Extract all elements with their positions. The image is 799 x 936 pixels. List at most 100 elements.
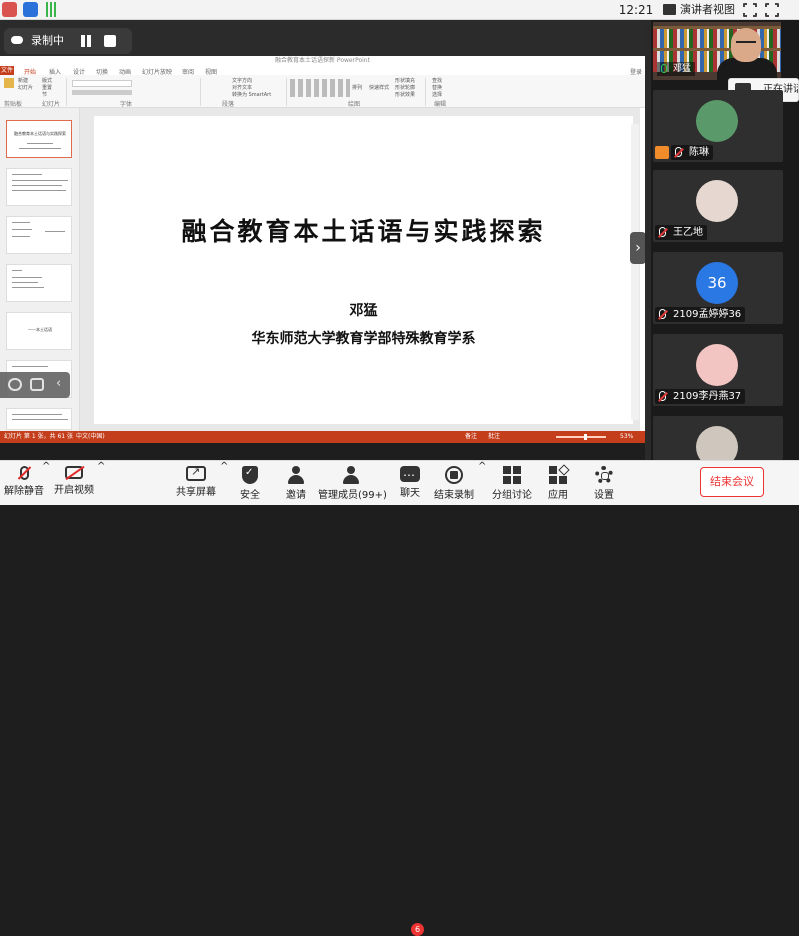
ribbon-shape-effects[interactable]: 形状效果 xyxy=(395,91,415,98)
ribbon-text-direction[interactable]: 文字方向 xyxy=(232,77,252,84)
ribbon-find[interactable]: 查找 xyxy=(432,77,442,84)
pause-recording-icon[interactable] xyxy=(79,34,93,48)
ribbon-select[interactable]: 选择 xyxy=(432,91,442,98)
host-video[interactable]: 邓猛 xyxy=(653,22,781,80)
thumbnail-line xyxy=(12,277,42,278)
ribbon-replace[interactable]: 替换 xyxy=(432,84,442,91)
current-slide[interactable]: 融合教育本土话语与实践探索 邓猛 华东师范大学教育学部特殊教育学系 xyxy=(94,116,633,424)
end-meeting-button[interactable]: 结束会议 xyxy=(700,467,764,497)
zoom-slider[interactable] xyxy=(556,436,606,438)
ribbon-shape-outline[interactable]: 形状轮廓 xyxy=(395,84,415,91)
signal-icon[interactable] xyxy=(44,2,59,17)
group-clipboard: 剪贴板 xyxy=(4,101,23,108)
ribbon-arrange[interactable]: 排列 xyxy=(352,84,362,91)
avatar-initials: 36 xyxy=(696,262,738,304)
paste-icon[interactable] xyxy=(4,78,14,88)
invite-button[interactable]: 邀请 xyxy=(282,461,310,506)
stop-recording-icon[interactable] xyxy=(104,35,116,47)
slide-author: 邓猛 xyxy=(349,303,378,319)
thumbnail-line xyxy=(12,185,62,186)
video-options-chevron[interactable]: ^ xyxy=(97,461,105,506)
slide-thumbnail[interactable]: 融合教育本土话语与实践探索 xyxy=(6,120,72,158)
breakout-label: 分组讨论 xyxy=(492,490,532,501)
thumbnail-title: ——本土话语 xyxy=(28,327,52,332)
chat-unread-badge: 6 xyxy=(411,923,424,936)
manage-members-button[interactable]: 管理成员(99+) xyxy=(318,461,387,506)
slide-scrollbar[interactable] xyxy=(631,124,639,420)
font-name-box[interactable] xyxy=(72,80,132,87)
app-icon[interactable] xyxy=(2,2,17,17)
slide-thumbnail[interactable] xyxy=(6,264,72,302)
ribbon-layout[interactable]: 版式 xyxy=(42,77,52,84)
share-screen-button[interactable]: 共享屏幕 xyxy=(174,461,218,506)
slide-thumbnail[interactable] xyxy=(6,168,72,206)
record-options-chevron[interactable]: ^ xyxy=(478,461,486,506)
fullscreen-icon[interactable] xyxy=(764,2,780,18)
stop-recording-button[interactable]: 结束录制 xyxy=(432,461,476,506)
glasses xyxy=(736,41,756,45)
comments-button[interactable]: 批注 xyxy=(488,431,500,443)
shapes-gallery[interactable] xyxy=(290,79,350,97)
ribbon-quick-styles[interactable]: 快速样式 xyxy=(369,84,389,91)
apps-button[interactable]: 应用 xyxy=(544,461,572,506)
ribbon-smartart[interactable]: 转换为 SmartArt xyxy=(232,91,271,98)
breakout-rooms-button[interactable]: 分组讨论 xyxy=(490,461,534,506)
notes-button[interactable]: 备注 xyxy=(465,431,477,443)
participant-tile[interactable]: 陈琳 xyxy=(653,90,783,162)
font-style-buttons[interactable] xyxy=(72,90,132,95)
security-button[interactable]: 安全 xyxy=(236,461,264,506)
shield-icon[interactable] xyxy=(23,2,38,17)
ribbon-new[interactable]: 新建 xyxy=(18,77,28,84)
slide-thumbnail[interactable]: ——本土话语 xyxy=(6,312,72,350)
gear-icon xyxy=(595,466,613,484)
group-drawing: 绘图 xyxy=(348,101,361,108)
microphone-muted-icon xyxy=(19,466,29,480)
zoom-slider-thumb[interactable] xyxy=(584,434,587,440)
ribbon-reset[interactable]: 重置 xyxy=(42,84,52,91)
audio-options-chevron[interactable]: ^ xyxy=(42,461,50,506)
presenter-view-label: 演讲者视图 xyxy=(680,3,735,16)
minimize-icon[interactable] xyxy=(742,2,758,18)
chevron-left-icon[interactable]: ‹ xyxy=(56,376,61,391)
share-options-chevron[interactable]: ^ xyxy=(220,461,228,506)
thumbnail-line xyxy=(12,190,66,191)
start-video-button[interactable]: 开启视频 xyxy=(52,461,96,506)
host-face xyxy=(731,28,761,62)
top-status-bar: 12:21 演讲者视图 xyxy=(0,0,799,20)
share-screen-icon xyxy=(186,465,206,481)
thumbnail-line xyxy=(12,174,42,175)
recording-indicator: 录制中 xyxy=(4,28,132,54)
unmute-button[interactable]: 解除静音 xyxy=(2,461,46,506)
slide-title: 融合教育本土话语与实践探索 xyxy=(181,217,546,246)
ribbon-section[interactable]: 节 xyxy=(42,91,47,98)
slide-thumbnail[interactable] xyxy=(6,216,72,254)
collapse-sidebar-button[interactable]: › xyxy=(630,232,646,264)
avatar xyxy=(696,100,738,142)
cloud-icon xyxy=(11,36,23,44)
chat-button[interactable]: 聊天 xyxy=(396,461,424,506)
thumbnail-line xyxy=(12,270,22,271)
presenter-view-button[interactable]: 演讲者视图 xyxy=(663,0,735,20)
chat-icon[interactable] xyxy=(30,378,44,391)
ribbon-slide[interactable]: 幻灯片 xyxy=(18,84,33,91)
slide-editor: 融合教育本土话语与实践探索 邓猛 华东师范大学教育学部特殊教育学系 xyxy=(80,108,640,431)
participant-tile[interactable] xyxy=(653,416,783,460)
avatar xyxy=(696,344,738,386)
apps-label: 应用 xyxy=(548,490,568,501)
participant-tile[interactable]: 36 2109孟婷婷36 xyxy=(653,252,783,324)
host-badge-icon xyxy=(655,146,669,159)
apps-icon xyxy=(549,466,567,484)
tab-file[interactable]: 文件 xyxy=(0,66,14,75)
participant-name: 王乙地 xyxy=(673,227,703,238)
settings-button[interactable]: 设置 xyxy=(590,461,618,506)
participant-tile[interactable]: 2109李丹燕37 xyxy=(653,334,783,406)
add-user-icon xyxy=(288,466,304,484)
participant-name: 2109孟婷婷36 xyxy=(673,309,742,320)
emoji-icon[interactable] xyxy=(8,378,22,391)
ribbon-align-text[interactable]: 对齐文本 xyxy=(232,84,252,91)
slide-thumbnail[interactable] xyxy=(6,408,72,430)
language-indicator: 中文(中国) xyxy=(76,433,105,440)
participant-tile[interactable]: 王乙地 xyxy=(653,170,783,242)
ribbon-shape-fill[interactable]: 形状填充 xyxy=(395,77,415,84)
thumbnail-line xyxy=(12,366,48,367)
